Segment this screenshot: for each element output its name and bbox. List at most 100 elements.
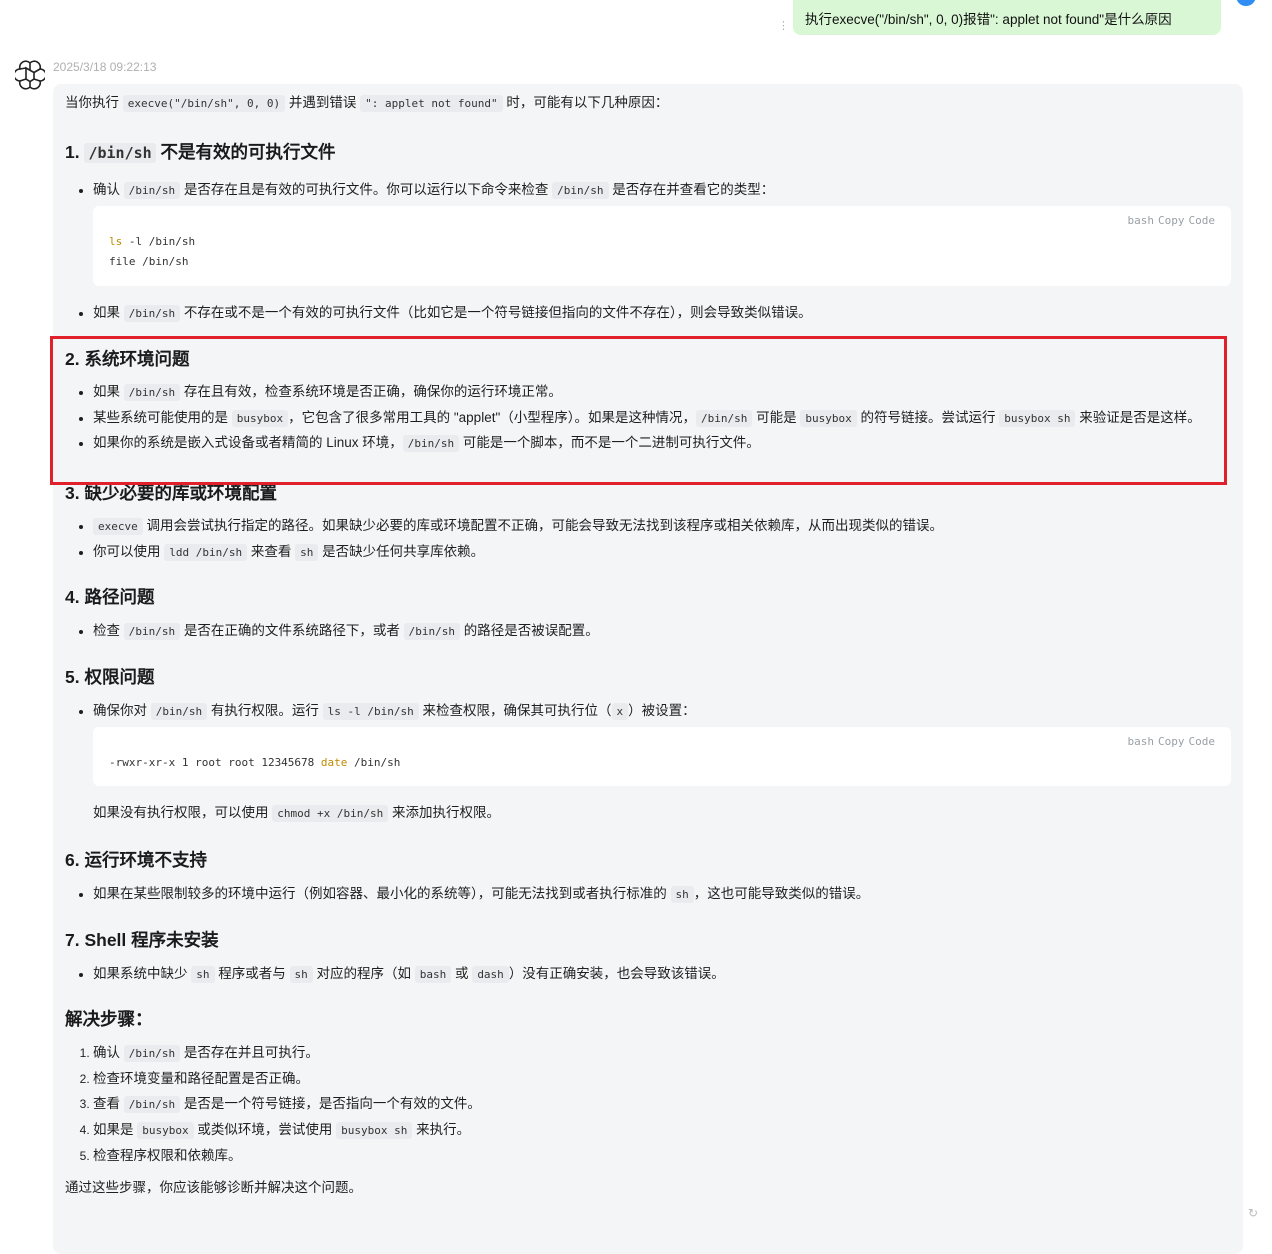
section-1-list: 确认 /bin/sh 是否存在且是有效的可执行文件。你可以运行以下命令来检查 /… bbox=[65, 180, 1231, 201]
text: 如果 bbox=[93, 384, 124, 399]
section-7-list: 如果系统中缺少 sh 程序或者与 sh 对应的程序（如 bash 或 dash）… bbox=[65, 964, 1231, 985]
text: 时，可能有以下几种原因： bbox=[502, 95, 669, 110]
section-4-list: 检查 /bin/sh 是否在正确的文件系统路径下，或者 /bin/sh 的路径是… bbox=[65, 621, 1231, 642]
refresh-icon[interactable]: ↻ bbox=[1248, 1206, 1260, 1220]
text: 是否在正确的文件系统路径下，或者 bbox=[180, 623, 404, 638]
text: 不是有效的可执行文件 bbox=[155, 142, 336, 162]
text: 某些系统可能使用的是 bbox=[93, 410, 232, 425]
assistant-logo-icon bbox=[15, 60, 45, 90]
text: 是否存在并查看它的类型： bbox=[608, 182, 775, 197]
text: 存在且有效，检查系统环境是否正确，确保你的运行环境正常。 bbox=[180, 384, 562, 399]
conclusion-paragraph: 通过这些步骤，你应该能够诊断并解决这个问题。 bbox=[65, 1180, 362, 1195]
list-item: 确保你对 /bin/sh 有执行权限。运行 ls -l /bin/sh 来检查权… bbox=[93, 701, 1231, 722]
code-block: bash Copy Code ls -l /bin/sh file /bin/sh bbox=[93, 206, 1231, 286]
list-item: 如果是 busybox 或类似环境，尝试使用 busybox sh 来执行。 bbox=[93, 1120, 1231, 1141]
text: 不存在或不是一个有效的可执行文件（比如它是一个符号链接但指向的文件不存在），则会… bbox=[180, 305, 812, 320]
inline-code: sh bbox=[295, 544, 319, 561]
inline-code: ls -l /bin/sh bbox=[322, 703, 419, 720]
section-5-list: 确保你对 /bin/sh 有执行权限。运行 ls -l /bin/sh 来检查权… bbox=[65, 701, 1231, 722]
section-1-list-cont: 如果 /bin/sh 不存在或不是一个有效的可执行文件（比如它是一个符号链接但指… bbox=[65, 303, 1231, 324]
text: 调用会尝试执行指定的路径。如果缺少必要的库或环境配置不正确，可能会导致无法找到该… bbox=[142, 518, 944, 533]
text: 确保你对 bbox=[93, 703, 151, 718]
copy-button[interactable]: Copy bbox=[1158, 735, 1185, 748]
list-item: 检查 /bin/sh 是否在正确的文件系统路径下，或者 /bin/sh 的路径是… bbox=[93, 621, 1231, 642]
inline-code: busybox bbox=[137, 1122, 194, 1139]
code-language-label: bash bbox=[1127, 735, 1155, 748]
inline-code: sh bbox=[670, 886, 694, 903]
section-heading-7: 7. Shell 程序未安装 bbox=[65, 930, 219, 950]
inline-code: execve("/bin/sh", 0, 0) bbox=[122, 95, 286, 112]
code-line: ls -l /bin/sh bbox=[109, 232, 1215, 252]
text: 可能是 bbox=[752, 410, 801, 425]
text: 如果 bbox=[93, 305, 124, 320]
inline-code: /bin/sh bbox=[123, 305, 181, 322]
user-avatar bbox=[1236, 0, 1256, 6]
inline-code: /bin/sh bbox=[123, 1096, 181, 1113]
inline-code: /bin/sh bbox=[552, 182, 609, 199]
code-button[interactable]: Code bbox=[1189, 214, 1216, 227]
section-heading-3: 3. 缺少必要的库或环境配置 bbox=[65, 483, 277, 503]
list-item: 如果在某些限制较多的环境中运行（例如容器、最小化的系统等），可能无法找到或者执行… bbox=[93, 884, 1231, 905]
inline-code: /bin/sh bbox=[403, 623, 460, 640]
text: 对应的程序（如 bbox=[312, 966, 415, 981]
text: 的路径是否被误配置。 bbox=[460, 623, 599, 638]
text: 是否存在并且可执行。 bbox=[180, 1045, 319, 1060]
text: ，它包含了很多常用工具的 "applet"（小型程序）。如果是这种情况， bbox=[288, 410, 696, 425]
code-toolbar: bash Copy Code bbox=[1124, 735, 1216, 748]
code-keyword: date bbox=[320, 756, 348, 769]
intro-paragraph: 当你执行 execve("/bin/sh", 0, 0) 并遇到错误 ": ap… bbox=[65, 93, 1231, 114]
inline-code: /bin/sh bbox=[402, 435, 460, 452]
list-item: 如果 /bin/sh 存在且有效，检查系统环境是否正确，确保你的运行环境正常。 bbox=[93, 382, 1231, 403]
inline-code: ldd /bin/sh bbox=[164, 544, 248, 561]
text: 你可以使用 bbox=[93, 544, 165, 559]
code-keyword: ls bbox=[109, 235, 123, 248]
inline-code: /bin/sh bbox=[123, 384, 181, 401]
text: 是否缺少任何共享库依赖。 bbox=[318, 544, 485, 559]
text: 来查看 bbox=[247, 544, 296, 559]
text: 如果在某些限制较多的环境中运行（例如容器、最小化的系统等），可能无法找到或者执行… bbox=[93, 886, 671, 901]
text: ）被设置： bbox=[628, 703, 696, 718]
text: 查看 bbox=[93, 1096, 124, 1111]
code-line: -rwxr-xr-x 1 root root 12345678 date /bi… bbox=[109, 753, 1215, 773]
code-block: bash Copy Code -rwxr-xr-x 1 root root 1234… bbox=[93, 727, 1231, 786]
section-6-list: 如果在某些限制较多的环境中运行（例如容器、最小化的系统等），可能无法找到或者执行… bbox=[65, 884, 1231, 905]
inline-code: busybox sh bbox=[999, 410, 1076, 427]
inline-code: busybox bbox=[231, 410, 289, 427]
list-item: 查看 /bin/sh 是否是一个符号链接，是否指向一个有效的文件。 bbox=[93, 1094, 1231, 1115]
section-heading-4: 4. 路径问题 bbox=[65, 587, 155, 607]
code-toolbar: bash Copy Code bbox=[1124, 214, 1216, 227]
inline-code: bash bbox=[414, 966, 452, 983]
list-item: 如果 /bin/sh 不存在或不是一个有效的可执行文件（比如它是一个符号链接但指… bbox=[93, 303, 1231, 324]
inline-code: execve bbox=[93, 518, 143, 535]
code-line: file /bin/sh bbox=[109, 255, 189, 268]
code-language-label: bash bbox=[1127, 214, 1155, 227]
text: ）没有正确安装，也会导致该错误。 bbox=[508, 966, 725, 981]
list-item: 你可以使用 ldd /bin/sh 来查看 sh 是否缺少任何共享库依赖。 bbox=[93, 542, 1231, 563]
text: 来检查权限，确保其可执行位（ bbox=[418, 703, 612, 718]
inline-code: sh bbox=[191, 966, 215, 983]
code-button[interactable]: Code bbox=[1189, 735, 1216, 748]
code-text: /bin/sh bbox=[347, 756, 401, 769]
list-item: 确认 /bin/sh 是否存在并且可执行。 bbox=[93, 1043, 1231, 1064]
text: 检查 bbox=[93, 623, 124, 638]
text: 1. bbox=[65, 142, 85, 162]
text: 是否存在且是有效的可执行文件。你可以运行以下命令来检查 bbox=[180, 182, 553, 197]
list-item: 如果系统中缺少 sh 程序或者与 sh 对应的程序（如 bash 或 dash）… bbox=[93, 964, 1231, 985]
list-item: 如果你的系统是嵌入式设备或者精简的 Linux 环境，/bin/sh 可能是一个… bbox=[93, 433, 1231, 454]
solution-steps-list: 确认 /bin/sh 是否存在并且可执行。 检查环境变量和路径配置是否正确。 查… bbox=[65, 1043, 1231, 1166]
solution-heading: 解决步骤： bbox=[65, 1009, 153, 1029]
user-message-text: 执行execve("/bin/sh", 0, 0)报错": applet not… bbox=[805, 12, 1172, 27]
text: ，这也可能导致类似的错误。 bbox=[693, 886, 870, 901]
section-heading-1: 1. /bin/sh 不是有效的可执行文件 bbox=[65, 140, 1231, 165]
inline-code: /bin/sh bbox=[84, 143, 156, 163]
section-heading-6: 6. 运行环境不支持 bbox=[65, 850, 207, 870]
inline-code: ": applet not found" bbox=[360, 95, 503, 112]
text: 来添加执行权限。 bbox=[388, 805, 500, 820]
section-heading-5: 5. 权限问题 bbox=[65, 667, 155, 687]
more-options-icon[interactable]: ⋮ bbox=[778, 21, 789, 37]
copy-button[interactable]: Copy bbox=[1158, 214, 1185, 227]
code-text: -l /bin/sh bbox=[122, 235, 196, 248]
text: 如果系统中缺少 bbox=[93, 966, 192, 981]
inline-code: chmod +x /bin/sh bbox=[272, 805, 389, 822]
list-item: 检查环境变量和路径配置是否正确。 bbox=[93, 1069, 1231, 1089]
